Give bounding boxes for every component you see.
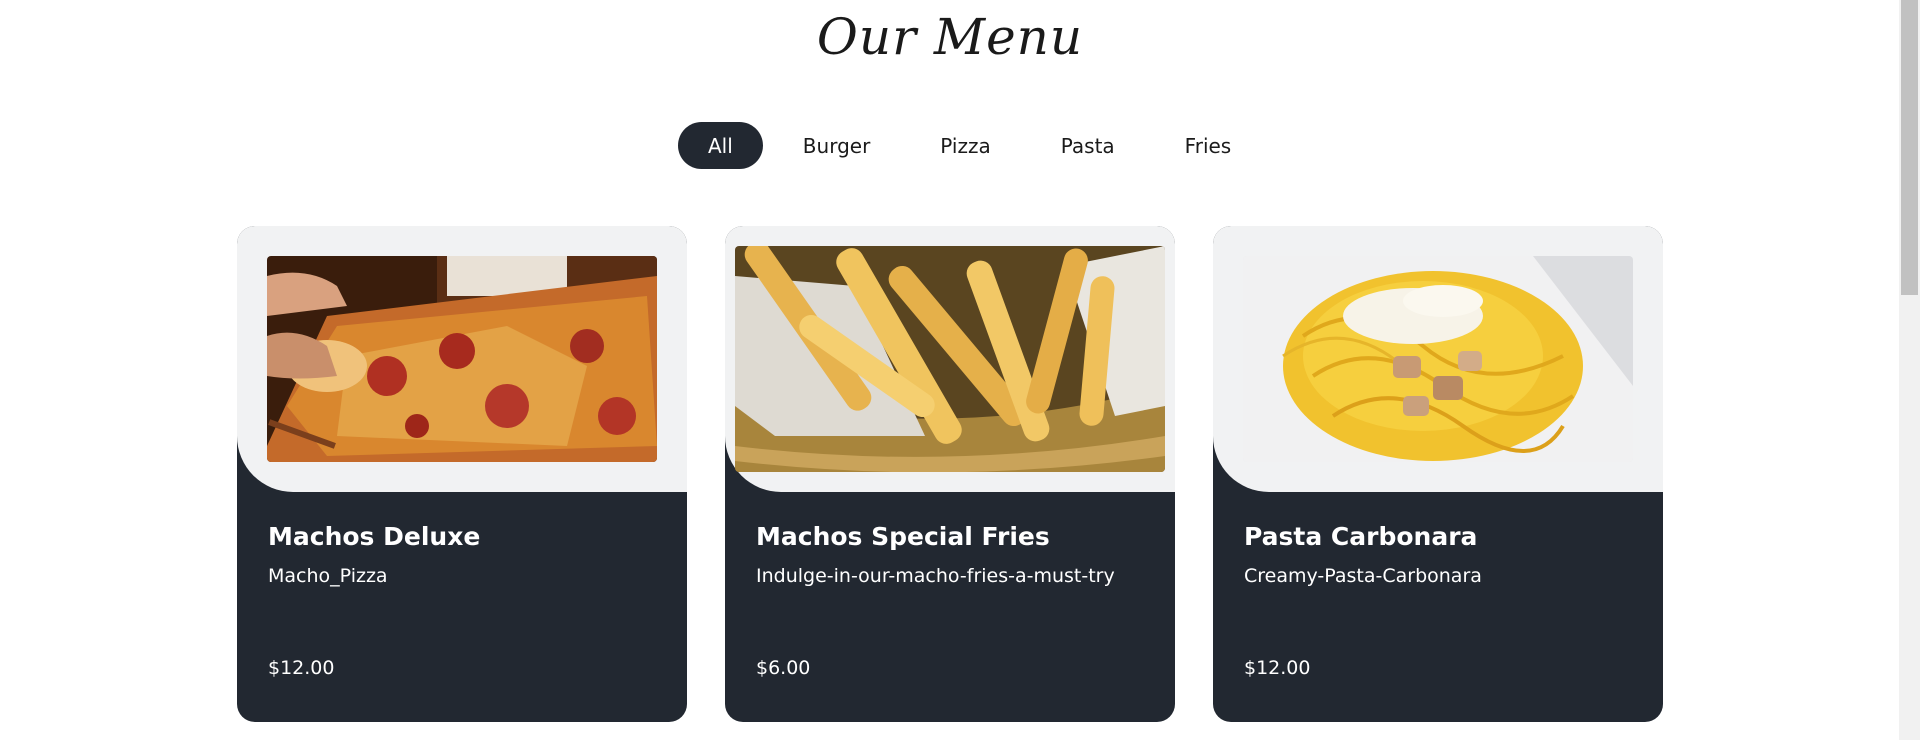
item-name: Machos Deluxe (268, 522, 481, 551)
item-name: Pasta Carbonara (1244, 522, 1478, 551)
pasta-image (1243, 256, 1633, 462)
item-description: Indulge-in-our-macho-fries-a-must-try (756, 565, 1115, 587)
filter-menu: All Burger Pizza Pasta Fries (678, 122, 1261, 169)
pizza-image (267, 256, 657, 462)
item-name: Machos Special Fries (756, 522, 1050, 551)
menu-card-pasta-carbonara[interactable]: Pasta Carbonara Creamy-Pasta-Carbonara $… (1213, 226, 1663, 722)
item-price: $6.00 (756, 657, 811, 679)
page: Our Menu All Burger Pizza Pasta Fries Ma… (0, 0, 1920, 740)
filter-fries[interactable]: Fries (1155, 122, 1262, 169)
menu-card-machos-deluxe[interactable]: Machos Deluxe Macho_Pizza $12.00 (237, 226, 687, 722)
filter-burger[interactable]: Burger (773, 122, 901, 169)
item-description: Macho_Pizza (268, 565, 388, 587)
menu-heading: Our Menu (816, 8, 1084, 66)
item-price: $12.00 (1244, 657, 1311, 679)
item-price: $12.00 (268, 657, 335, 679)
menu-items: Machos Deluxe Macho_Pizza $12.00 Machos … (237, 226, 1663, 722)
menu-card-machos-special-fries[interactable]: Machos Special Fries Indulge-in-our-mach… (725, 226, 1175, 722)
scrollbar-thumb[interactable] (1901, 0, 1918, 295)
filter-pizza[interactable]: Pizza (910, 122, 1020, 169)
filter-all[interactable]: All (678, 122, 763, 169)
filter-pasta[interactable]: Pasta (1031, 122, 1145, 169)
item-description: Creamy-Pasta-Carbonara (1244, 565, 1482, 587)
vertical-scrollbar[interactable] (1899, 0, 1920, 740)
fries-image (735, 246, 1165, 472)
